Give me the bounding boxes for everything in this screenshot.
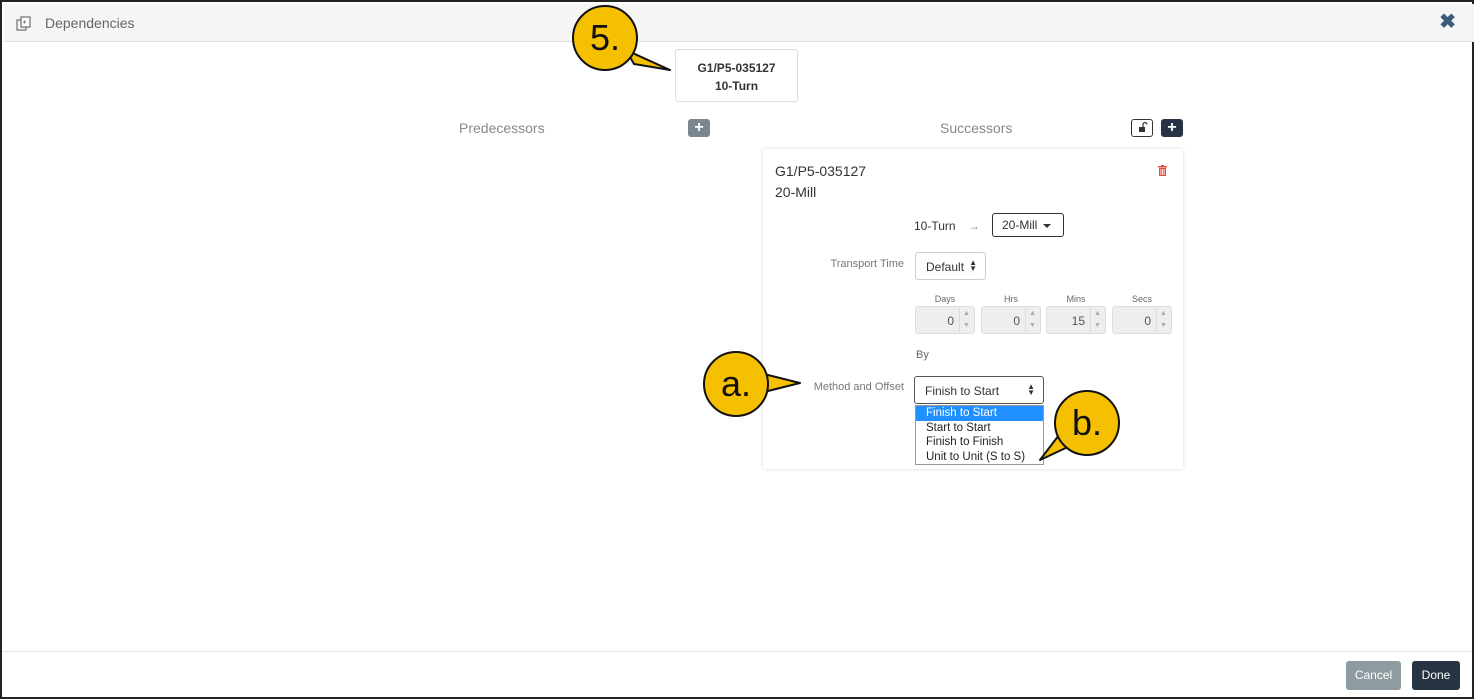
unlock-icon bbox=[1139, 121, 1148, 132]
to-operation-value: 20-Mill bbox=[1002, 218, 1038, 232]
method-offset-select[interactable]: Finish to Start ▲ ▼ bbox=[914, 376, 1044, 404]
footer-divider bbox=[2, 651, 1472, 652]
method-offset-label: Method and Offset bbox=[813, 381, 904, 393]
sort-updown-icon: ▲ ▼ bbox=[969, 258, 977, 273]
add-predecessor-button[interactable]: + bbox=[688, 119, 710, 137]
transport-time-value: Default bbox=[926, 260, 965, 274]
flow-arrow-icon: → bbox=[968, 219, 980, 233]
days-value: 0 bbox=[947, 314, 954, 328]
current-task-id: G1/P5-035127 bbox=[697, 61, 776, 75]
callout-5: 5. bbox=[572, 5, 638, 71]
from-operation: 10-Turn bbox=[914, 219, 956, 233]
add-successor-button[interactable]: + bbox=[1161, 119, 1183, 137]
dialog-title: Dependencies bbox=[45, 15, 135, 31]
predecessors-heading: Predecessors bbox=[459, 120, 545, 136]
done-button[interactable]: Done bbox=[1412, 661, 1460, 690]
hrs-label: Hrs bbox=[1004, 294, 1018, 304]
by-label: By bbox=[916, 349, 929, 361]
successor-title: G1/P5-035127 20-Mill bbox=[775, 161, 866, 203]
decrement-icon[interactable]: ▼ bbox=[1026, 320, 1039, 332]
close-icon[interactable]: ✖ bbox=[1439, 12, 1456, 32]
successor-id: G1/P5-035127 bbox=[775, 163, 867, 179]
increment-icon[interactable]: ▲ bbox=[1091, 308, 1104, 320]
callout-b: b. bbox=[1054, 390, 1120, 456]
hrs-spinner[interactable]: 0 ▲ ▼ bbox=[981, 306, 1041, 334]
current-task-card: G1/P5-035127 10-Turn bbox=[675, 49, 798, 102]
cancel-button[interactable]: Cancel bbox=[1346, 661, 1401, 690]
increment-icon[interactable]: ▲ bbox=[960, 308, 973, 320]
successors-heading: Successors bbox=[940, 120, 1013, 136]
mins-label: Mins bbox=[1066, 294, 1086, 304]
current-task-operation: 10-Turn bbox=[714, 79, 759, 93]
method-option[interactable]: Unit to Unit (S to S) bbox=[916, 450, 1043, 465]
transport-time-label: Transport Time bbox=[830, 258, 904, 270]
decrement-icon[interactable]: ▼ bbox=[1157, 320, 1170, 332]
secs-value: 0 bbox=[1144, 314, 1151, 328]
days-spinner[interactable]: 0 ▲ ▼ bbox=[915, 306, 975, 334]
dependencies-icon bbox=[16, 16, 31, 31]
mins-value: 15 bbox=[1071, 314, 1085, 328]
mins-spinner[interactable]: 15 ▲ ▼ bbox=[1046, 306, 1106, 334]
hrs-value: 0 bbox=[1013, 314, 1020, 328]
method-option[interactable]: Finish to Start bbox=[916, 406, 1043, 421]
dependencies-dialog: Dependencies ✖ bbox=[0, 0, 1474, 699]
decrement-icon[interactable]: ▼ bbox=[960, 320, 973, 332]
decrement-icon[interactable]: ▼ bbox=[1091, 320, 1104, 332]
method-option[interactable]: Finish to Finish bbox=[916, 435, 1043, 450]
trash-icon[interactable] bbox=[1158, 165, 1167, 176]
method-options-list: Finish to Start Start to Start Finish to… bbox=[915, 405, 1044, 465]
method-option[interactable]: Start to Start bbox=[916, 421, 1043, 436]
callout-a: a. bbox=[703, 351, 769, 417]
unlock-button[interactable] bbox=[1131, 119, 1153, 137]
dialog-titlebar: Dependencies ✖ bbox=[4, 4, 1474, 42]
transport-time-select[interactable]: Default ▲ ▼ bbox=[915, 252, 986, 280]
method-offset-value: Finish to Start bbox=[925, 384, 1000, 398]
caret-down-icon bbox=[1043, 223, 1052, 228]
secs-label: Secs bbox=[1131, 294, 1152, 304]
secs-spinner[interactable]: 0 ▲ ▼ bbox=[1112, 306, 1172, 334]
sort-updown-icon: ▲ ▼ bbox=[1027, 382, 1035, 397]
to-operation-dropdown[interactable]: 20-Mill bbox=[992, 213, 1064, 237]
days-label: Days bbox=[934, 294, 956, 304]
increment-icon[interactable]: ▲ bbox=[1026, 308, 1039, 320]
increment-icon[interactable]: ▲ bbox=[1157, 308, 1170, 320]
successor-operation: 20-Mill bbox=[775, 184, 817, 200]
